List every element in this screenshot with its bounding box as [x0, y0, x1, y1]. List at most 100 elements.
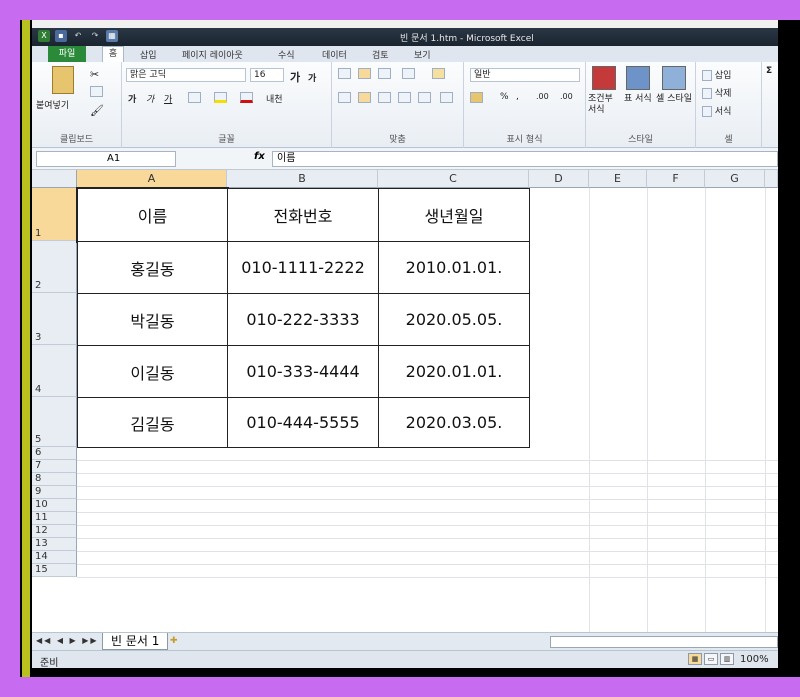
undo-icon[interactable]: ↶: [72, 30, 84, 42]
wrap-text-icon[interactable]: [432, 68, 445, 79]
row-header-13[interactable]: 13: [32, 538, 77, 551]
row-header-15[interactable]: 15: [32, 564, 77, 577]
cell-a2[interactable]: 홍길동: [77, 241, 228, 294]
increase-indent-icon[interactable]: [418, 92, 431, 103]
tab-view[interactable]: 보기: [414, 48, 431, 61]
tab-file[interactable]: 파일: [48, 46, 86, 62]
redo-icon[interactable]: ↷: [89, 30, 101, 42]
cell-c3[interactable]: 2020.05.05.: [378, 293, 530, 346]
currency-icon[interactable]: [470, 92, 483, 103]
fill-color-icon[interactable]: [214, 92, 227, 103]
table-format-icon[interactable]: [626, 66, 650, 90]
row-header-2[interactable]: 2: [32, 241, 77, 293]
merge-center-icon[interactable]: [440, 92, 453, 103]
row-header-5[interactable]: 5: [32, 397, 77, 447]
row-header-1[interactable]: 1: [32, 188, 77, 241]
bold-button[interactable]: 가: [128, 92, 136, 105]
font-name-dropdown[interactable]: 맑은 고딕: [126, 68, 246, 82]
increase-decimal-button[interactable]: .00: [536, 92, 549, 101]
tab-formulas[interactable]: 수식: [278, 48, 295, 61]
formula-input[interactable]: 이름: [272, 151, 778, 167]
cell-a5[interactable]: 김길동: [77, 397, 228, 448]
font-color-icon[interactable]: [240, 92, 253, 103]
column-header-g[interactable]: G: [705, 170, 765, 188]
align-bottom-icon[interactable]: [378, 68, 391, 79]
align-middle-icon[interactable]: [358, 68, 371, 79]
cell-styles-button[interactable]: 셀 스타일: [656, 94, 694, 105]
normal-view-icon[interactable]: ▦: [688, 653, 702, 665]
underline-button[interactable]: 가: [164, 92, 172, 105]
copy-icon[interactable]: [90, 86, 103, 97]
cell-styles-icon[interactable]: [662, 66, 686, 90]
delete-cells-button[interactable]: 삭제: [702, 86, 731, 99]
cell-b4[interactable]: 010-333-4444: [227, 345, 379, 398]
row-header-6[interactable]: 6: [32, 447, 77, 460]
tab-review[interactable]: 검토: [372, 48, 389, 61]
cut-icon[interactable]: ✂: [90, 68, 99, 81]
name-box[interactable]: A1: [36, 151, 176, 167]
column-header-b[interactable]: B: [227, 170, 378, 188]
row-header-14[interactable]: 14: [32, 551, 77, 564]
cell-a3[interactable]: 박길동: [77, 293, 228, 346]
cell-b2[interactable]: 010-1111-2222: [227, 241, 379, 294]
column-header-d[interactable]: D: [529, 170, 589, 188]
zoom-level[interactable]: 100%: [740, 654, 769, 665]
cell-c2[interactable]: 2010.01.01.: [378, 241, 530, 294]
cell-a4[interactable]: 이길동: [77, 345, 228, 398]
row-header-4[interactable]: 4: [32, 345, 77, 397]
custom-icon[interactable]: ▦: [106, 30, 118, 42]
save-icon[interactable]: ▪: [55, 30, 67, 42]
insert-function-button[interactable]: fx: [254, 151, 265, 162]
spreadsheet-grid[interactable]: A B C D E F G 1 2 3 4 5 6 7 8 9 10 11 12…: [32, 170, 778, 632]
shrink-font-button[interactable]: 가: [308, 71, 316, 84]
row-header-7[interactable]: 7: [32, 460, 77, 473]
row-header-9[interactable]: 9: [32, 486, 77, 499]
tab-data[interactable]: 데이터: [322, 48, 347, 61]
insert-sheet-icon[interactable]: ✚: [170, 636, 178, 646]
decrease-indent-icon[interactable]: [398, 92, 411, 103]
row-header-10[interactable]: 10: [32, 499, 77, 512]
paste-button[interactable]: 붙여넣기: [36, 98, 69, 111]
cell-c5[interactable]: 2020.03.05.: [378, 397, 530, 448]
page-break-view-icon[interactable]: ▥: [720, 653, 734, 665]
autosum-button[interactable]: Σ: [766, 66, 772, 76]
conditional-format-icon[interactable]: [592, 66, 616, 90]
tab-home[interactable]: 홈: [102, 46, 124, 62]
format-painter-icon[interactable]: 🖌: [90, 104, 104, 117]
tab-page-layout[interactable]: 페이지 레이아웃: [182, 48, 243, 61]
border-icon[interactable]: [188, 92, 201, 103]
align-center-icon[interactable]: [358, 92, 371, 103]
column-header-c[interactable]: C: [378, 170, 529, 188]
cell-a1[interactable]: 이름: [76, 187, 229, 243]
insert-cells-button[interactable]: 삽입: [702, 68, 731, 81]
grow-font-button[interactable]: 가: [290, 69, 300, 85]
excel-icon[interactable]: X: [38, 30, 50, 42]
cell-b5[interactable]: 010-444-5555: [227, 397, 379, 448]
row-header-3[interactable]: 3: [32, 293, 77, 345]
paste-icon[interactable]: [52, 66, 74, 94]
phonetic-button[interactable]: 내천: [266, 92, 283, 105]
number-format-dropdown[interactable]: 일반: [470, 68, 580, 82]
column-header-e[interactable]: E: [589, 170, 647, 188]
format-cells-button[interactable]: 서식: [702, 104, 731, 117]
align-top-icon[interactable]: [338, 68, 351, 79]
conditional-format-button[interactable]: 조건부 서식: [588, 94, 622, 116]
sheet-tab-active[interactable]: 빈 문서 1: [102, 633, 169, 650]
orientation-icon[interactable]: [402, 68, 415, 79]
cell-b1[interactable]: 전화번호: [227, 188, 379, 242]
cell-c1[interactable]: 생년월일: [378, 188, 530, 242]
cell-c4[interactable]: 2020.01.01.: [378, 345, 530, 398]
column-header-f[interactable]: F: [647, 170, 705, 188]
decrease-decimal-button[interactable]: .00: [560, 92, 573, 101]
horizontal-scrollbar[interactable]: [550, 636, 778, 648]
align-right-icon[interactable]: [378, 92, 391, 103]
row-header-11[interactable]: 11: [32, 512, 77, 525]
font-size-dropdown[interactable]: 16: [250, 68, 284, 82]
table-format-button[interactable]: 표 서식: [624, 94, 654, 105]
row-header-8[interactable]: 8: [32, 473, 77, 486]
tab-insert[interactable]: 삽입: [140, 48, 157, 61]
select-all-corner[interactable]: [32, 170, 77, 188]
comma-button[interactable]: ,: [516, 92, 519, 102]
percent-button[interactable]: %: [500, 92, 509, 102]
align-left-icon[interactable]: [338, 92, 351, 103]
